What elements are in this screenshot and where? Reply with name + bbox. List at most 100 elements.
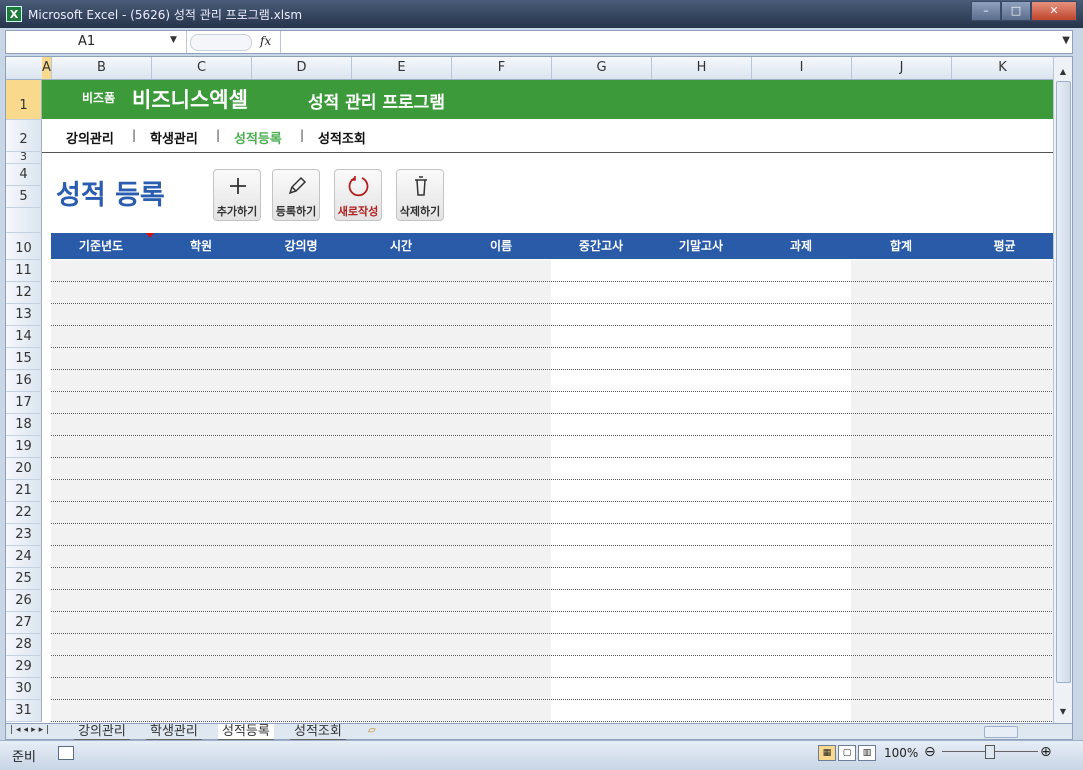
header-average[interactable]: 평균 <box>951 233 1058 259</box>
row-total-cells[interactable] <box>851 480 1058 501</box>
table-row[interactable] <box>51 480 1058 502</box>
column-header[interactable]: G <box>552 57 652 79</box>
row-total-cells[interactable] <box>851 326 1058 347</box>
row-shaded-cells[interactable] <box>51 524 551 545</box>
row-shaded-cells[interactable] <box>51 502 551 523</box>
row-header[interactable]: 20 <box>6 458 42 480</box>
row-shaded-cells[interactable] <box>51 678 551 699</box>
row-header[interactable]: 15 <box>6 348 42 370</box>
row-shaded-cells[interactable] <box>51 304 551 325</box>
table-row[interactable] <box>51 634 1058 656</box>
row-total-cells[interactable] <box>851 678 1058 699</box>
row-header[interactable]: 26 <box>6 590 42 612</box>
row-header[interactable]: 27 <box>6 612 42 634</box>
table-row[interactable] <box>51 678 1058 700</box>
header-name[interactable]: 이름 <box>451 233 551 259</box>
column-header[interactable]: I <box>752 57 852 79</box>
header-assignment[interactable]: 과제 <box>751 233 851 259</box>
row-shaded-cells[interactable] <box>51 700 551 721</box>
zoom-level[interactable]: 100% <box>884 746 918 760</box>
table-row[interactable] <box>51 370 1058 392</box>
expand-formula-icon[interactable]: ▼ <box>1062 35 1070 46</box>
tab-lecture[interactable]: 강의관리 <box>74 724 130 740</box>
nav-item-lecture[interactable]: 강의관리 <box>66 128 114 147</box>
table-row[interactable] <box>51 590 1058 612</box>
row-total-cells[interactable] <box>851 656 1058 677</box>
nav-item-grade-lookup[interactable]: 성적조회 <box>318 128 366 147</box>
row-total-cells[interactable] <box>851 590 1058 611</box>
horizontal-scroll-thumb[interactable] <box>984 726 1018 738</box>
column-header[interactable]: A <box>42 57 52 79</box>
table-row[interactable] <box>51 700 1058 722</box>
zoom-in-icon[interactable]: ⊕ <box>1040 744 1052 760</box>
tab-grade-lookup[interactable]: 성적조회 <box>290 724 346 740</box>
header-midterm[interactable]: 중간고사 <box>551 233 651 259</box>
worksheet[interactable]: A B C D E F G H I J K 1 2 3 4 5 10 11 12 1… <box>5 56 1073 724</box>
scroll-down-icon[interactable]: ▼ <box>1054 707 1072 721</box>
minimize-button[interactable]: – <box>971 1 1001 21</box>
row-total-cells[interactable] <box>851 348 1058 369</box>
row-total-cells[interactable] <box>851 634 1058 655</box>
row-header[interactable]: 17 <box>6 392 42 414</box>
column-header[interactable]: E <box>352 57 452 79</box>
table-row[interactable] <box>51 326 1058 348</box>
row-header[interactable]: 19 <box>6 436 42 458</box>
close-button[interactable]: ✕ <box>1031 1 1077 21</box>
row-shaded-cells[interactable] <box>51 348 551 369</box>
row-header[interactable]: 18 <box>6 414 42 436</box>
table-row[interactable] <box>51 546 1058 568</box>
row-total-cells[interactable] <box>851 700 1058 721</box>
column-header[interactable]: D <box>252 57 352 79</box>
new-entry-button[interactable]: 새로작성 <box>334 169 382 221</box>
header-time[interactable]: 시간 <box>351 233 451 259</box>
table-row[interactable] <box>51 414 1058 436</box>
table-row[interactable] <box>51 502 1058 524</box>
table-row[interactable] <box>51 436 1058 458</box>
nav-item-grade-entry[interactable]: 성적등록 <box>234 128 282 147</box>
row-header[interactable]: 11 <box>6 260 42 282</box>
row-shaded-cells[interactable] <box>51 414 551 435</box>
horizontal-scrollbar[interactable] <box>956 725 1066 738</box>
insert-function-button[interactable]: fx <box>260 34 271 48</box>
row-shaded-cells[interactable] <box>51 612 551 633</box>
column-header[interactable]: J <box>852 57 952 79</box>
row-total-cells[interactable] <box>851 392 1058 413</box>
row-shaded-cells[interactable] <box>51 568 551 589</box>
row-shaded-cells[interactable] <box>51 370 551 391</box>
row-header[interactable]: 29 <box>6 656 42 678</box>
column-header[interactable]: F <box>452 57 552 79</box>
row-shaded-cells[interactable] <box>51 656 551 677</box>
table-row[interactable] <box>51 282 1058 304</box>
row-header[interactable]: 25 <box>6 568 42 590</box>
row-header[interactable]: 4 <box>6 164 42 186</box>
row-shaded-cells[interactable] <box>51 326 551 347</box>
page-break-view-icon[interactable]: ▥ <box>858 745 876 761</box>
add-button[interactable]: 추가하기 <box>213 169 261 221</box>
row-total-cells[interactable] <box>851 612 1058 633</box>
column-header[interactable]: C <box>152 57 252 79</box>
row-total-cells[interactable] <box>851 370 1058 391</box>
row-total-cells[interactable] <box>851 260 1058 281</box>
row-header[interactable]: 14 <box>6 326 42 348</box>
row-header[interactable]: 2 <box>6 120 42 152</box>
page-layout-view-icon[interactable]: ▢ <box>838 745 856 761</box>
nav-item-student[interactable]: 학생관리 <box>150 128 198 147</box>
row-shaded-cells[interactable] <box>51 458 551 479</box>
zoom-out-icon[interactable]: ⊖ <box>924 744 936 760</box>
table-row[interactable] <box>51 304 1058 326</box>
row-header[interactable]: 5 <box>6 186 42 208</box>
zoom-slider-knob[interactable] <box>985 745 995 759</box>
column-header[interactable]: H <box>652 57 752 79</box>
row-header[interactable]: 31 <box>6 700 42 722</box>
tab-student[interactable]: 학생관리 <box>146 724 202 740</box>
row-total-cells[interactable] <box>851 282 1058 303</box>
row-total-cells[interactable] <box>851 524 1058 545</box>
row-total-cells[interactable] <box>851 502 1058 523</box>
row-shaded-cells[interactable] <box>51 590 551 611</box>
chevron-down-icon[interactable]: ▼ <box>170 35 177 45</box>
excel-app-icon[interactable]: X <box>6 6 22 22</box>
register-button[interactable]: 등록하기 <box>272 169 320 221</box>
row-header[interactable]: 23 <box>6 524 42 546</box>
row-header[interactable]: 3 <box>6 151 42 164</box>
row-shaded-cells[interactable] <box>51 546 551 567</box>
